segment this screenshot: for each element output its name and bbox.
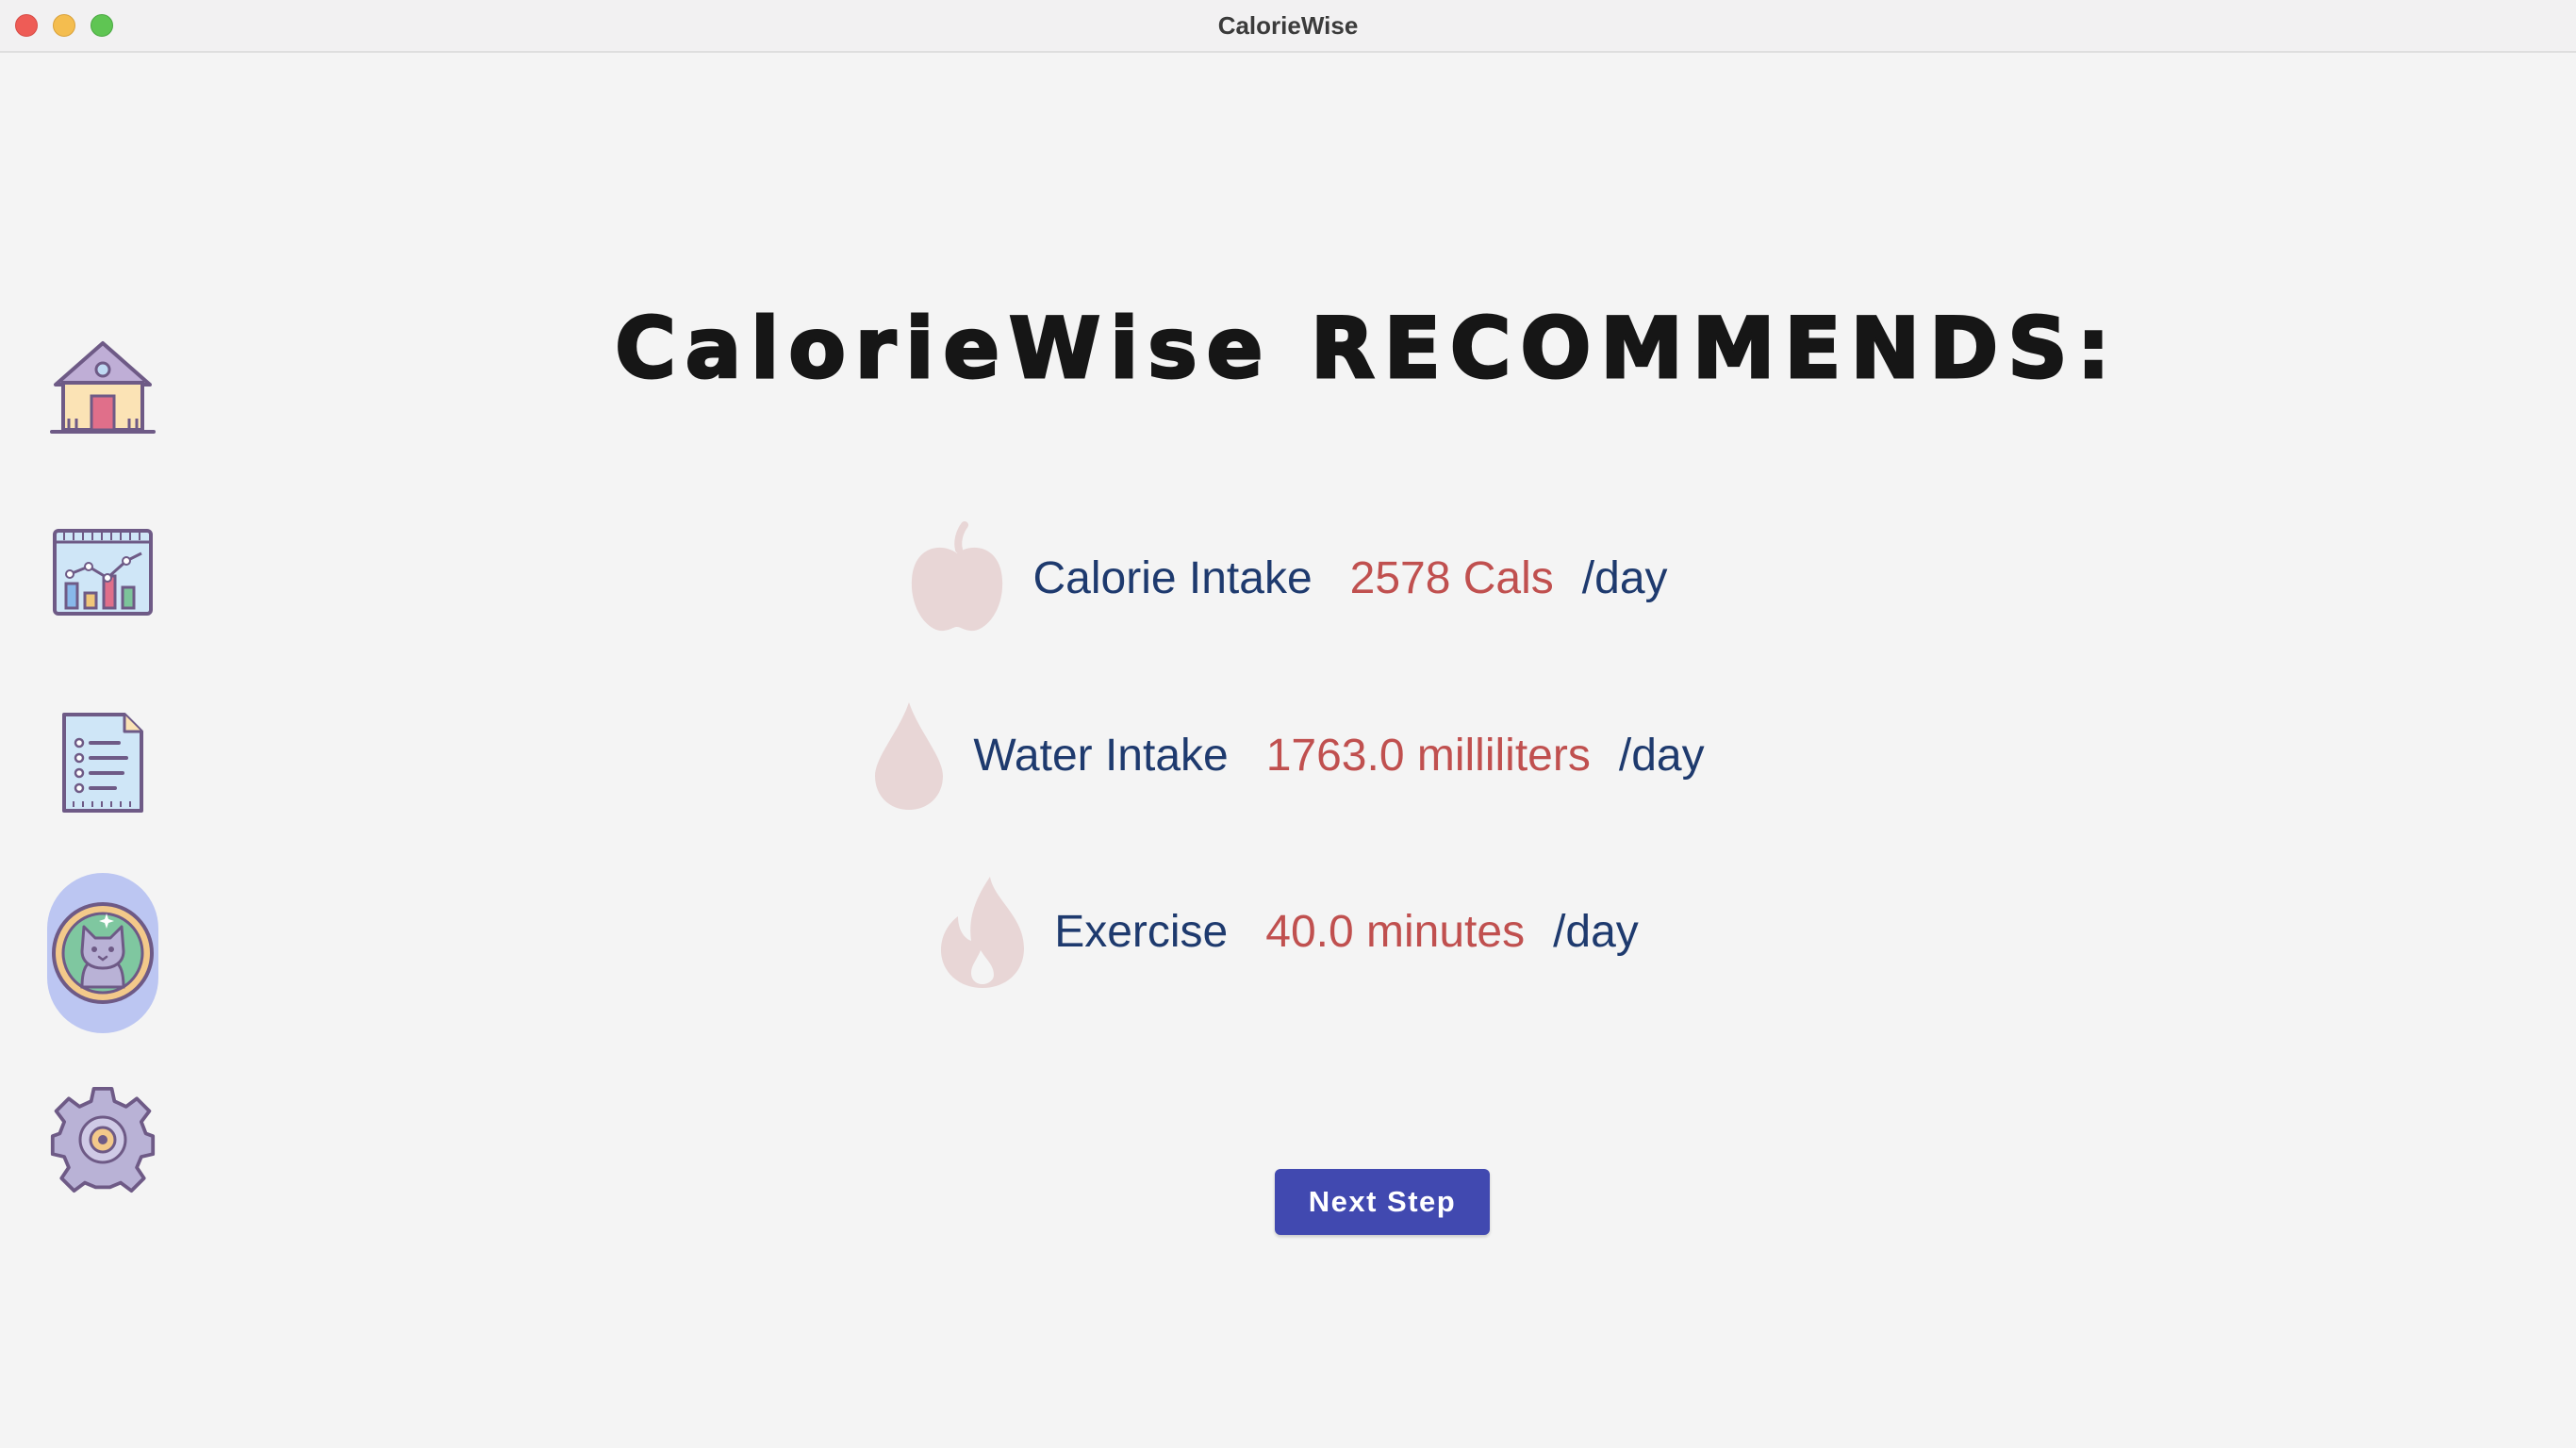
app-window: CalorieWise CalorieWise RECOMMENDS: Calo… [0,0,2576,1448]
title-bar: CalorieWise [0,0,2576,53]
recommendation-label: Exercise [1054,906,1229,957]
recommendation-label: Water Intake [973,730,1229,781]
sidebar-item-home[interactable] [47,332,158,443]
recommendation-label: Calorie Intake [1032,552,1313,603]
recommendation-unit: /day [1553,906,1639,957]
recommendation-value: 2578 Cals [1349,552,1554,603]
recommendation-unit: /day [1581,552,1668,603]
apple-icon [908,521,1006,634]
next-step-button[interactable]: Next Step [1275,1169,1490,1235]
window-title: CalorieWise [1217,11,1359,40]
water-drop-icon [871,699,947,812]
recommendation-unit: /day [1618,730,1705,781]
sidebar-item-settings[interactable] [47,1084,158,1195]
recommendation-exercise: Exercise 40.0 minutes /day [0,870,2576,993]
recommendations-heading: CalorieWise RECOMMENDS: [614,299,2120,399]
house-icon [48,336,157,439]
recommendation-water: Water Intake 1763.0 milliliters /day [0,694,2576,816]
gear-icon [48,1085,157,1194]
recommendation-value: 1763.0 milliliters [1265,730,1591,781]
recommendation-value: 40.0 minutes [1265,906,1526,957]
flame-icon [937,873,1028,990]
recommendation-calorie: Calorie Intake 2578 Cals /day [0,517,2576,639]
